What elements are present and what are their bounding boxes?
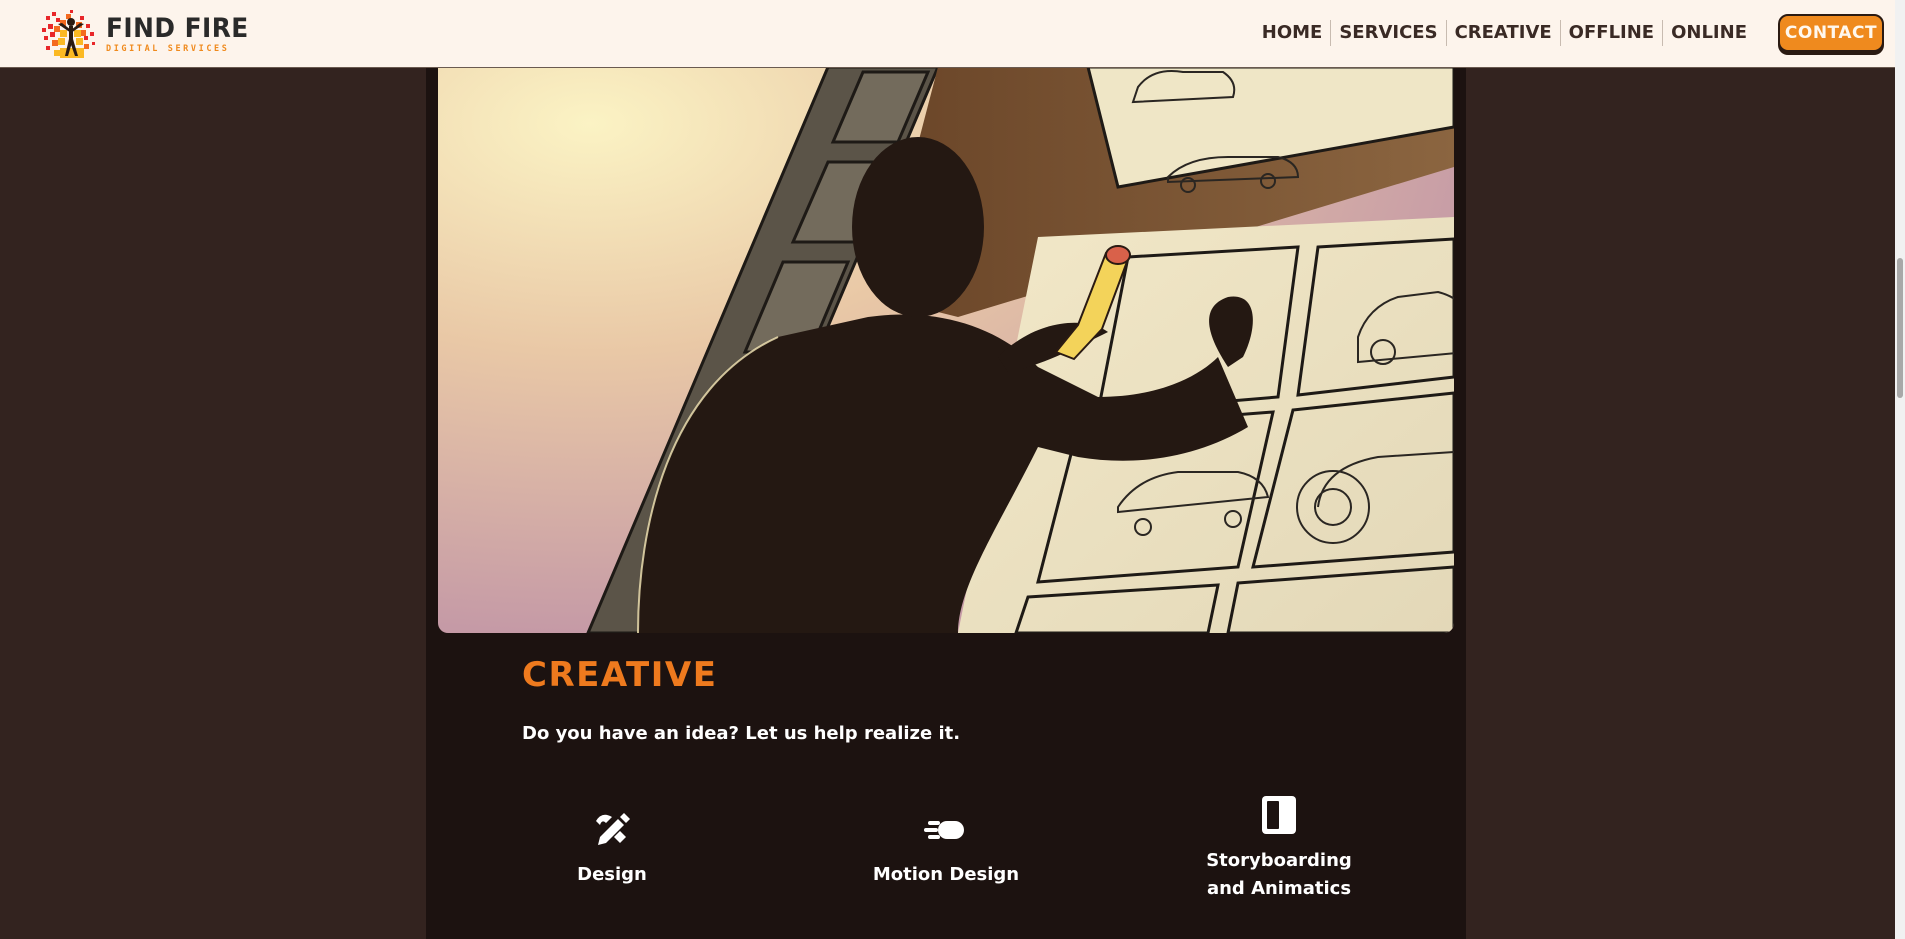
- service-storyboarding-label: Storyboarding and Animatics: [1159, 847, 1399, 903]
- fire-figure-icon: [42, 10, 95, 58]
- service-design[interactable]: Design: [492, 807, 732, 889]
- service-design-label: Design: [577, 864, 647, 885]
- creative-section: CREATIVE Do you have an idea? Let us hel…: [426, 67, 1466, 939]
- service-storyboarding-line2: and Animatics: [1206, 878, 1352, 899]
- hero-illustration: [438, 67, 1454, 633]
- nav-home[interactable]: HOME: [1254, 20, 1331, 46]
- nav-offline[interactable]: OFFLINE: [1559, 20, 1662, 46]
- brand-subtitle: DIGITAL SERVICES: [106, 43, 230, 54]
- service-motion-design[interactable]: Motion Design: [826, 807, 1066, 889]
- service-storyboarding-line1: Storyboarding: [1206, 850, 1352, 871]
- main-nav: HOME SERVICES CREATIVE OFFLINE ONLINE: [1254, 20, 1755, 46]
- contact-button[interactable]: CONTACT: [1778, 14, 1884, 52]
- section-subtitle: Do you have an idea? Let us help realize…: [522, 723, 961, 744]
- storyboard-panel-icon: [1262, 796, 1296, 834]
- top-navbar: FIND FIRE DIGITAL SERVICES HOME SERVICES…: [0, 0, 1895, 68]
- brand-title: FIND FIRE: [106, 12, 249, 44]
- nav-online[interactable]: ONLINE: [1662, 20, 1755, 46]
- nav-services[interactable]: SERVICES: [1330, 20, 1445, 46]
- motion-icon: [924, 821, 964, 839]
- section-title: CREATIVE: [522, 655, 718, 695]
- service-storyboarding[interactable]: Storyboarding and Animatics: [1159, 793, 1399, 903]
- artist-storyboard-illustration: [438, 67, 1454, 633]
- pen-ruler-icon: [596, 813, 630, 845]
- scrollbar-thumb[interactable]: [1897, 258, 1903, 398]
- brand-logo[interactable]: FIND FIRE DIGITAL SERVICES: [40, 6, 261, 62]
- nav-creative[interactable]: CREATIVE: [1445, 20, 1560, 46]
- page-scrollbar[interactable]: [1895, 0, 1905, 939]
- service-motion-design-label: Motion Design: [872, 864, 1020, 885]
